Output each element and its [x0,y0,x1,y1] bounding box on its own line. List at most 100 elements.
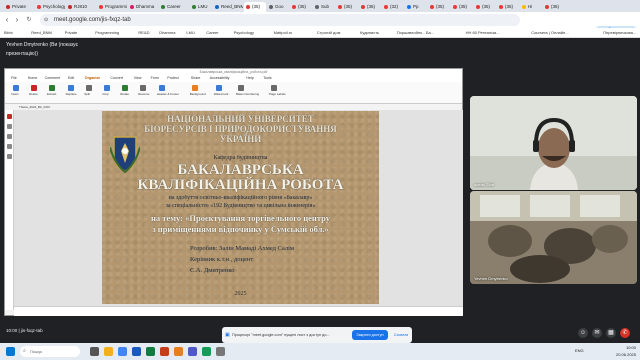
browser-tab[interactable]: (35) [290,2,312,12]
ribbon-tool-label[interactable]: Watermark [214,92,229,97]
bookmark-item[interactable]: RE&D [138,29,149,37]
activities-icon[interactable]: ▦ [606,328,616,338]
bookmark-item[interactable]: Dhamma [159,29,175,37]
ribbon-tool-label[interactable]: Header & Footer [157,92,179,97]
browser-tab[interactable]: Programming [97,2,127,12]
browser-tab[interactable]: Dhamma [128,2,158,12]
taskbar-search[interactable]: ⌕ Пошук [20,346,80,357]
browser-tab[interactable]: (35) [474,2,496,12]
bookmark-item[interactable]: Перевірничкова... [603,29,636,37]
ribbon-tool-icon[interactable] [271,85,277,91]
ribbon-tool-label[interactable]: Rotate [120,92,129,97]
pdf-menu-item[interactable]: Share [191,75,201,82]
ribbon-tool-label[interactable]: Bates Numbering [236,92,259,97]
teams-icon[interactable] [188,347,197,356]
bookmark-item[interactable]: Mattpoll.ru [274,29,293,37]
start-icon[interactable] [6,347,15,356]
browser-tab[interactable]: Pp [405,2,427,12]
settings-icon[interactable] [216,347,225,356]
pdf-menu-item[interactable]: Organize [85,75,100,82]
ribbon-tool-icon[interactable] [158,85,165,91]
bookmark-item[interactable]: Private [65,29,77,37]
browser-tab[interactable]: Private [4,2,34,12]
people-icon[interactable]: ☺ [578,328,588,338]
browser-tab[interactable]: (35) [359,2,381,12]
leave-call-icon[interactable]: ✆ [620,328,630,338]
browser-tab[interactable]: (32) [382,2,404,12]
ribbon-tool-icon[interactable] [49,85,55,91]
participant-tile-1[interactable]: ocean Zitar [470,96,637,190]
bookmark-item[interactable]: Psychology [234,29,254,37]
pdf-menu-item[interactable]: Accessibility [210,75,230,82]
browser-tab[interactable]: Career [159,2,189,12]
ribbon-tool-label[interactable]: Background [190,92,206,97]
bookmark-panel-icon[interactable] [7,114,12,119]
pdf-menu-item[interactable]: Home [28,75,38,82]
ribbon-tool-icon[interactable] [104,85,111,91]
ribbon-tool-label[interactable]: Insert [11,92,19,97]
stop-sharing-button[interactable]: Закрити доступ [352,330,388,340]
system-clock[interactable]: 10:00 20.06.2025 [596,345,636,358]
browser-tab[interactable]: (35) [336,2,358,12]
pdf-menu-item[interactable]: File [11,75,17,82]
powerpoint-icon[interactable] [160,347,169,356]
browser-tab[interactable]: LMU [190,2,212,12]
ribbon-tool-label[interactable]: Crop [102,92,109,97]
bookmark-item[interactable]: Bitrix [4,29,13,37]
participant-tile-2[interactable]: Yevhen Dmytrenko [470,191,637,284]
ribbon-tool-label[interactable]: Replace [66,92,77,97]
task-view-icon[interactable] [90,347,99,356]
ribbon-tool-icon[interactable] [215,85,222,91]
ribbon-tool-icon[interactable] [31,85,37,91]
excel-icon[interactable] [146,347,155,356]
pdf-page-area[interactable]: НАЦІОНАЛЬНИЙ УНІВЕРСИТЕТ БІОРЕСУРСІВ І П… [14,110,463,306]
ribbon-tool-label[interactable]: Page Labels [269,92,286,97]
meet-icon[interactable] [202,347,211,356]
word-icon[interactable] [132,347,141,356]
back-icon[interactable]: ‹ [2,14,12,26]
browser-tab[interactable]: (35) [451,2,473,12]
attachments-icon[interactable] [7,144,12,149]
pdf-menu-item[interactable]: Tools [263,75,271,82]
language-indicator[interactable]: ENG [575,348,584,353]
ribbon-tool-icon[interactable] [140,85,147,91]
chrome-icon[interactable] [118,347,127,356]
ribbon-tool-icon[interactable] [122,85,129,91]
pdf-menu-item[interactable]: Convert [110,75,123,82]
bookmark-item[interactable]: LMU [186,29,194,37]
ribbon-tool-icon[interactable] [191,85,198,91]
ribbon-tool-label[interactable]: Extract [47,92,56,97]
browser-tab[interactable]: Hi [520,2,542,12]
pdf-menu-item[interactable]: Edit [68,75,74,82]
ribbon-tool-icon[interactable] [67,85,74,91]
url-input[interactable]: ⊙ meet.google.com/jis-fxqz-tab [40,14,520,26]
bookmark-item[interactable]: Coursera | Онлайн... [531,29,568,37]
browser-tab[interactable]: (35) [428,2,450,12]
bookmark-item[interactable]: Поршавтойно - Ба... [397,29,434,37]
browser-tab[interactable]: RJ810 [66,2,96,12]
bookmark-item[interactable]: Programming [95,29,119,37]
ribbon-tool-label[interactable]: Reverse [138,92,149,97]
thumbnails-icon[interactable] [7,124,12,129]
reload-icon[interactable]: ↻ [24,14,34,26]
ribbon-tool-icon[interactable] [13,85,19,91]
ribbon-tool-icon[interactable] [86,85,93,91]
pdf-menu-item[interactable]: Comment [45,75,61,82]
browser-tab[interactable]: (35) [543,2,565,12]
file-explorer-icon[interactable] [104,347,113,356]
pdf-menu-item[interactable]: Help [246,75,253,82]
pdf-menu-item[interactable]: Form [151,75,159,82]
site-info-icon[interactable]: ⊙ [44,14,48,26]
browser-tab[interactable]: Reed_BNM [213,2,243,12]
forward-icon[interactable]: › [12,14,22,26]
pdf-menu-item[interactable]: Protect [167,75,178,82]
bookmark-item[interactable]: Career [206,29,218,37]
browser-tab[interactable]: (35) [497,2,519,12]
browser-tab[interactable]: Psychology [35,2,65,12]
search-icon[interactable] [7,154,12,159]
chat-icon[interactable]: ✉ [592,328,602,338]
ribbon-tool-icon[interactable] [238,85,244,91]
ribbon-tool-label[interactable]: Delete [29,92,38,97]
comments-icon[interactable] [7,134,12,139]
pdf-menu-item[interactable]: View [134,75,142,82]
